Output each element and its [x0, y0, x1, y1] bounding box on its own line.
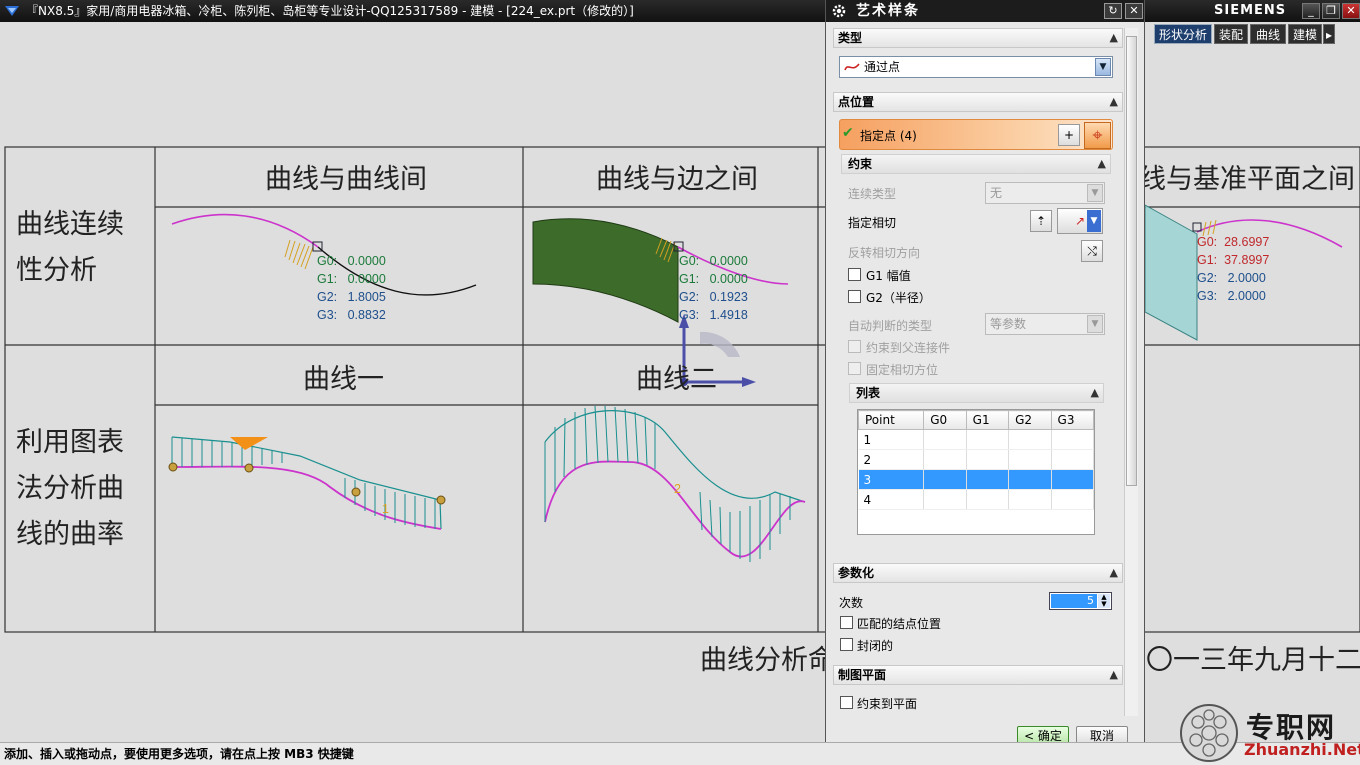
watermark-logo: 专职网 Zhuanzhi.Net — [1178, 700, 1360, 765]
dialog-title: 艺术样条 — [856, 3, 920, 19]
section-point-position[interactable]: 点位置 ▲ — [833, 92, 1123, 112]
curvature-comb-1 — [168, 436, 446, 530]
reverse-tangent-label: 反转相切方向 — [848, 246, 921, 260]
collapse-icon[interactable]: ▲ — [1110, 666, 1118, 684]
auto-type-label: 自动判断的类型 — [848, 319, 933, 333]
table-row[interactable]: 2 — [858, 449, 1095, 470]
tab-assembly[interactable]: 装配 — [1214, 24, 1248, 44]
type-dropdown[interactable]: 通过点 ▼ — [839, 56, 1113, 78]
graphics-window[interactable]: 曲线与曲线间 曲线与边之间 曲线与基准平面之间 曲线连续性分析 利用图表法分析曲… — [0, 22, 1360, 742]
row2-label: 利用图表法分析曲线的曲率 — [16, 427, 124, 550]
point-marker-1: 1 — [382, 502, 389, 516]
chevron-down-icon[interactable]: ▼ — [1087, 315, 1103, 333]
matched-knots-checkbox[interactable] — [840, 616, 853, 629]
g1-magnitude-label: G1 幅值 — [866, 269, 911, 283]
column-header[interactable]: G3 — [1050, 410, 1095, 430]
dialog-title-bar: 艺术样条 ↻ ✕ — [826, 0, 1144, 22]
column-header[interactable]: G2 — [1008, 410, 1052, 430]
spinner-arrows-icon[interactable]: ▲ ▼ — [1098, 594, 1110, 608]
reset-icon[interactable]: ↻ — [1104, 3, 1122, 19]
window-title: 『NX8.5』家用/商用电器冰箱、冷柜、陈列柜、岛柜等专业设计-QQ125317… — [26, 4, 634, 18]
table-row[interactable]: 1 — [858, 429, 1095, 450]
point-dialog-icon[interactable]: + — [1058, 124, 1080, 146]
scrollbar-thumb[interactable] — [1126, 36, 1137, 486]
status-bar: 添加、插入或拖动点，要使用更多选项，请在点上按 MB3 快捷键 — [0, 742, 1360, 765]
dialog-scrollbar[interactable] — [1124, 28, 1138, 716]
minimize-button[interactable]: _ — [1302, 3, 1320, 19]
section-parameterization[interactable]: 参数化 ▲ — [833, 563, 1123, 583]
header-curve-plane: 曲线与基准平面之间 — [1112, 164, 1355, 195]
specify-point-row[interactable]: ✔ 指定点 (4) + ⌖ — [839, 119, 1113, 150]
g2-radius-label: G2（半径） — [866, 291, 931, 305]
specify-tangent-label: 指定相切 — [848, 216, 897, 230]
point-marker-2: 2 — [674, 482, 681, 496]
restore-button[interactable]: ❐ — [1322, 3, 1340, 19]
collapse-icon[interactable]: ▲ — [1091, 384, 1099, 402]
watermark-sub-text: Zhuanzhi.Net — [1244, 740, 1360, 759]
degree-label: 次数 — [839, 596, 864, 610]
nx-logo-icon — [5, 6, 19, 16]
g1-magnitude-checkbox[interactable] — [848, 268, 861, 281]
chevron-down-icon[interactable]: ▼ — [1087, 184, 1103, 202]
globe-icon — [1180, 704, 1238, 762]
nx-application: 『NX8.5』家用/商用电器冰箱、冷柜、陈列柜、岛柜等专业设计-QQ125317… — [0, 0, 1360, 765]
spline-icon — [844, 63, 860, 71]
tab-shape-analysis[interactable]: 形状分析 — [1154, 24, 1212, 44]
matched-knots-label: 匹配的结点位置 — [857, 617, 942, 631]
column-header[interactable]: G1 — [965, 410, 1010, 430]
section-constraints[interactable]: 约束 ▲ — [841, 154, 1111, 174]
title-bar: 『NX8.5』家用/商用电器冰箱、冷柜、陈列柜、岛柜等专业设计-QQ125317… — [0, 0, 1360, 22]
closed-checkbox[interactable] — [840, 638, 853, 651]
fix-tangent-label: 固定相切方位 — [866, 363, 939, 377]
constrain-to-plane-checkbox[interactable] — [840, 696, 853, 709]
tab-more-arrow[interactable]: ▸ — [1323, 24, 1335, 44]
closed-label: 封闭的 — [857, 639, 894, 653]
table-row-selected[interactable]: 3 — [858, 469, 1095, 490]
status-text: 添加、插入或拖动点，要使用更多选项，请在点上按 MB3 快捷键 — [4, 747, 354, 761]
g2-radius-checkbox[interactable] — [848, 290, 861, 303]
collapse-icon[interactable]: ▲ — [1098, 155, 1106, 173]
close-window-button[interactable]: ✕ — [1342, 3, 1360, 19]
continuity-type-dropdown[interactable]: 无 ▼ — [985, 182, 1105, 204]
header-curve-edge: 曲线与边之间 — [596, 164, 758, 195]
collapse-icon[interactable]: ▲ — [1110, 564, 1118, 582]
tangent-point-icon[interactable]: ⇡ — [1030, 210, 1052, 232]
vector-icon[interactable]: ↗ ▼ — [1057, 208, 1103, 234]
continuity-type-label: 连续类型 — [848, 187, 897, 201]
table-row[interactable]: 4 — [858, 489, 1095, 510]
reverse-direction-icon[interactable]: ⤭ — [1081, 240, 1103, 262]
row1-label: 曲线连续性分析 — [16, 209, 124, 286]
fix-tangent-checkbox[interactable] — [848, 362, 861, 375]
constrain-parent-label: 约束到父连接件 — [866, 341, 951, 355]
table-header: Point G0 G1 G2 G3 — [857, 410, 1095, 430]
header-curve-one: 曲线一 — [303, 364, 384, 395]
header-curve-two: 曲线二 — [636, 364, 717, 395]
check-icon: ✔ — [842, 125, 854, 141]
header-curve-curve: 曲线与曲线间 — [265, 164, 427, 195]
chevron-down-icon[interactable]: ▼ — [1095, 58, 1111, 76]
close-dialog-icon[interactable]: ✕ — [1125, 3, 1143, 19]
crosshair-icon[interactable]: ⌖ — [1084, 122, 1111, 149]
footer-text-right: 〇一三年九月十二日 — [1146, 645, 1360, 676]
footer-text-left: 曲线分析命 — [700, 645, 835, 676]
collapse-icon[interactable]: ▲ — [1110, 29, 1118, 47]
gear-icon[interactable] — [831, 3, 847, 19]
tab-modeling[interactable]: 建模 — [1288, 24, 1322, 44]
siemens-brand: SIEMENS — [1214, 3, 1287, 18]
column-header[interactable]: Point — [857, 410, 925, 430]
auto-type-dropdown[interactable]: 等参数 ▼ — [985, 313, 1105, 335]
section-type[interactable]: 类型 ▲ — [833, 28, 1123, 48]
degree-spinner[interactable]: 5 ▲ ▼ — [1049, 592, 1112, 610]
collapse-icon[interactable]: ▲ — [1110, 93, 1118, 111]
constrain-to-plane-label: 约束到平面 — [857, 697, 918, 711]
tab-curve[interactable]: 曲线 — [1250, 24, 1286, 44]
section-drawing-plane[interactable]: 制图平面 ▲ — [833, 665, 1123, 685]
section-list[interactable]: 列表 ▲ — [849, 383, 1104, 403]
column-header[interactable]: G0 — [923, 410, 967, 430]
constraint-list-table[interactable]: Point G0 G1 G2 G3 1 2 3 4 — [857, 409, 1095, 535]
constrain-parent-checkbox[interactable] — [848, 340, 861, 353]
